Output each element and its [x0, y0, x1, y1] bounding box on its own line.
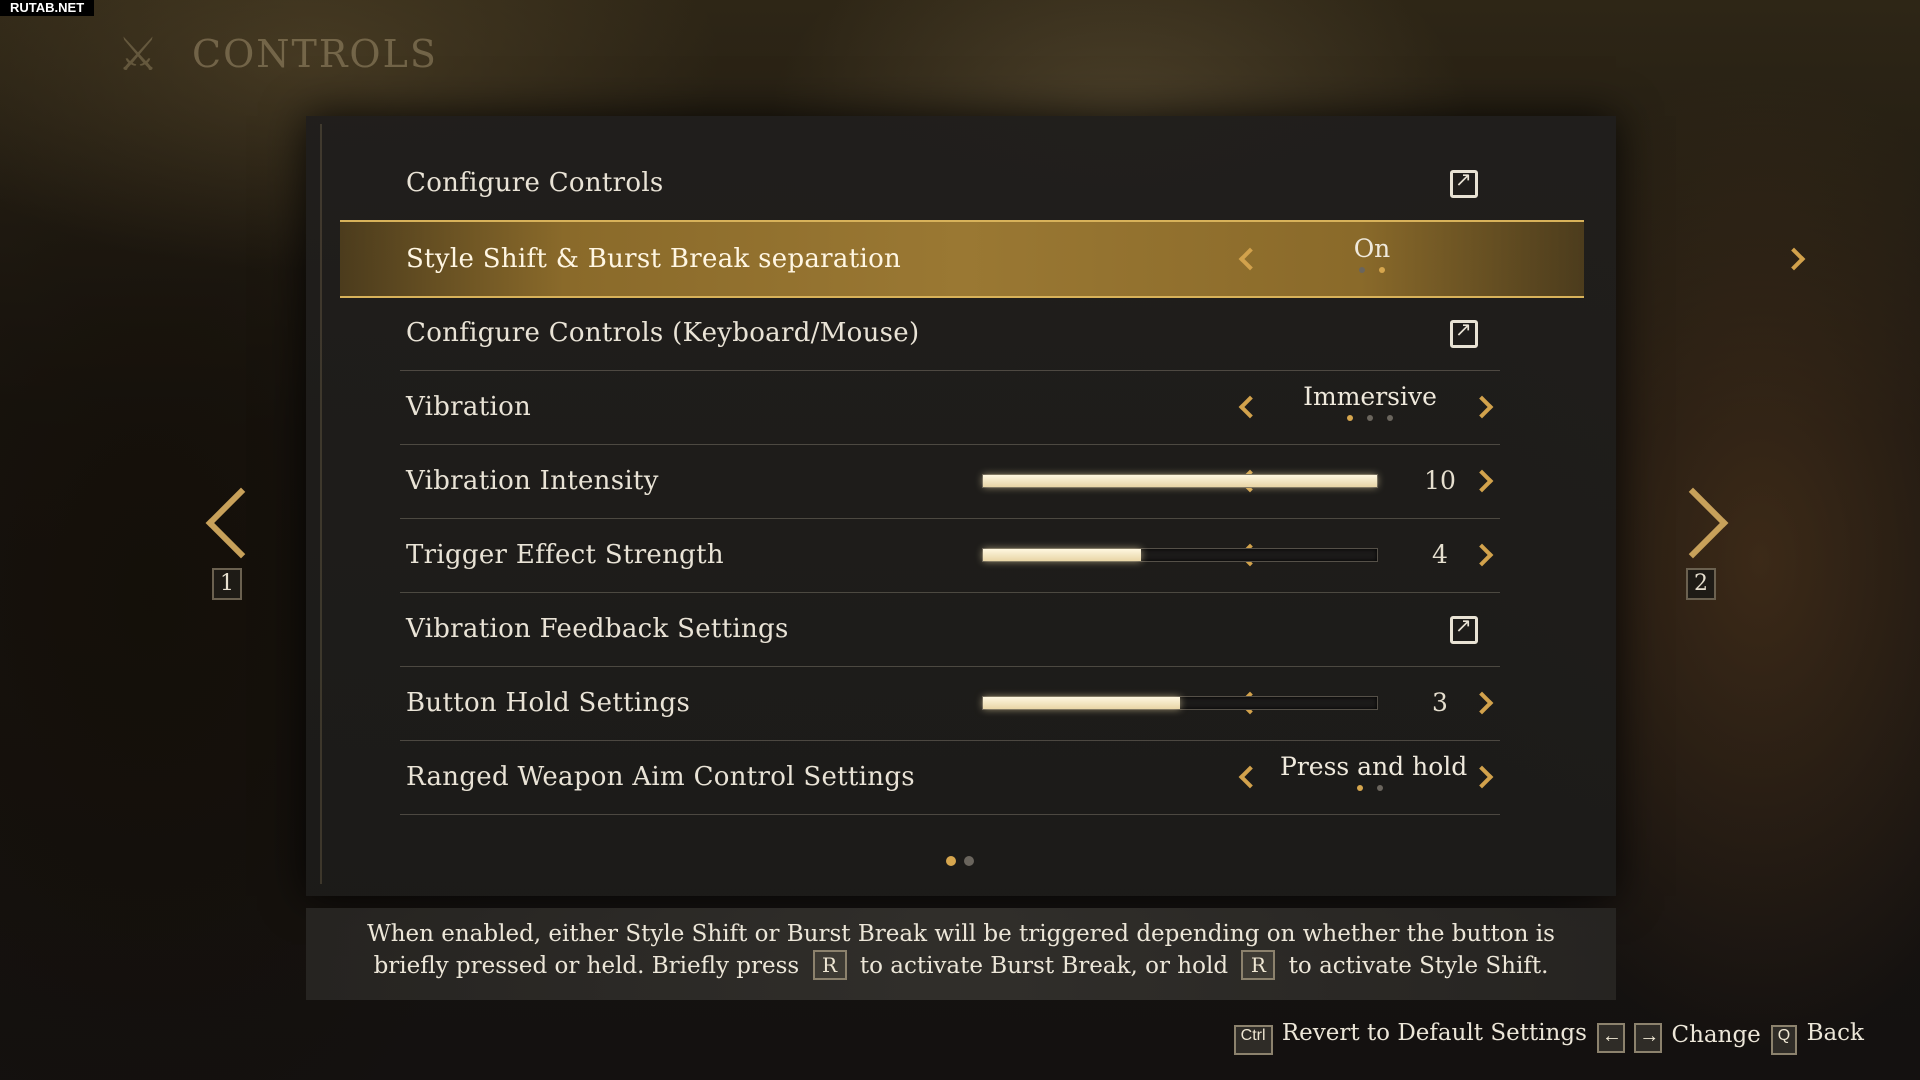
setting-label: Style Shift & Burst Break separation	[406, 244, 902, 274]
revert-label: Revert to Default Settings	[1281, 1020, 1587, 1046]
description-line-2: briefly pressed or held. Briefly press R…	[306, 950, 1616, 982]
description-line-1: When enabled, either Style Shift or Burs…	[367, 921, 1555, 947]
key-hint-r: R	[812, 950, 847, 980]
option-value-text: Press and hold	[1280, 752, 1468, 781]
chevron-left-icon[interactable]	[1236, 765, 1256, 789]
option-value: Press and hold	[1280, 752, 1468, 791]
option-dots	[1282, 267, 1462, 273]
settings-panel: Configure Controls Style Shift & Burst B…	[306, 116, 1616, 896]
option-value-text: Immersive	[1303, 382, 1437, 411]
option-value-text: On	[1353, 234, 1391, 263]
chevron-left-icon	[205, 487, 277, 559]
next-page-button[interactable]: 2	[1657, 487, 1732, 600]
option-dot	[1377, 785, 1383, 791]
setting-row-ranged-weapon-aim-control[interactable]: Ranged Weapon Aim Control Settings Press…	[400, 740, 1500, 815]
description-text: to activate Style Shift.	[1288, 953, 1549, 979]
setting-label: Trigger Effect Strength	[406, 540, 724, 570]
chevron-right-icon	[1657, 487, 1729, 559]
setting-row-trigger-effect-strength[interactable]: Trigger Effect Strength 4	[400, 518, 1500, 593]
slider-track[interactable]	[982, 474, 1378, 488]
setting-description: When enabled, either Style Shift or Burs…	[306, 908, 1616, 1000]
setting-label: Configure Controls	[406, 168, 664, 198]
option-dot-active	[1347, 415, 1353, 421]
chevron-right-icon[interactable]	[1476, 765, 1496, 789]
page-title: CONTROLS	[192, 32, 438, 76]
slider-value: 10	[1424, 466, 1456, 495]
chevron-right-icon[interactable]	[1476, 543, 1496, 567]
slider-fill	[983, 697, 1180, 709]
slider-fill	[983, 475, 1377, 487]
chevron-right-icon[interactable]	[1476, 691, 1496, 715]
setting-row-vibration-intensity[interactable]: Vibration Intensity 10	[400, 444, 1500, 519]
back-label: Back	[1806, 1020, 1864, 1046]
slider-value: 3	[1432, 688, 1448, 717]
external-link-icon[interactable]	[1450, 317, 1478, 348]
chevron-right-icon[interactable]	[1476, 469, 1496, 493]
setting-label: Button Hold Settings	[406, 688, 691, 718]
chevron-right-icon[interactable]	[1476, 395, 1496, 419]
setting-row-button-hold-settings[interactable]: Button Hold Settings 3	[400, 666, 1500, 741]
setting-row-configure-controls[interactable]: Configure Controls	[400, 146, 1500, 221]
description-text: briefly pressed or held. Briefly press	[373, 953, 800, 979]
setting-row-vibration[interactable]: Vibration Immersive	[400, 370, 1500, 445]
description-text: to activate Burst Break, or hold	[859, 953, 1229, 979]
option-value: On	[1282, 234, 1462, 273]
next-page-number: 2	[1686, 568, 1716, 600]
crossed-weapons-icon: ⚔	[117, 27, 159, 81]
slider-track[interactable]	[982, 696, 1378, 710]
arrow-left-key-icon: ←	[1596, 1023, 1625, 1053]
slider-fill	[983, 549, 1141, 561]
page-dot	[964, 856, 974, 866]
setting-label: Vibration Feedback Settings	[406, 614, 789, 644]
option-dots	[1280, 415, 1460, 421]
chevron-left-icon[interactable]	[1236, 247, 1256, 271]
chevron-left-icon[interactable]	[1236, 395, 1256, 419]
chevron-right-icon[interactable]	[1788, 247, 1808, 271]
option-dot-active	[1379, 267, 1385, 273]
option-dot	[1367, 415, 1373, 421]
panel-divider	[320, 124, 322, 884]
setting-label: Vibration Intensity	[406, 466, 659, 496]
change-label: Change	[1671, 1022, 1761, 1048]
slider-track[interactable]	[982, 548, 1378, 562]
watermark: RUTAB.NET	[0, 0, 95, 16]
option-value: Immersive	[1280, 382, 1460, 421]
setting-row-vibration-feedback-settings[interactable]: Vibration Feedback Settings	[400, 592, 1500, 667]
setting-label: Vibration	[406, 392, 532, 422]
setting-row-configure-controls-keyboard-mouse[interactable]: Configure Controls (Keyboard/Mouse)	[400, 296, 1500, 371]
setting-label: Configure Controls (Keyboard/Mouse)	[406, 318, 920, 348]
setting-label: Ranged Weapon Aim Control Settings	[406, 762, 915, 792]
slider-value: 4	[1432, 540, 1448, 569]
option-dot	[1387, 415, 1393, 421]
external-link-icon[interactable]	[1450, 613, 1478, 644]
prev-page-button[interactable]: 1	[200, 487, 277, 600]
change-hint[interactable]: ← → Change	[1596, 1022, 1761, 1053]
back-hint[interactable]: Q Back	[1770, 1020, 1864, 1055]
revert-hint[interactable]: Ctrl Revert to Default Settings	[1233, 1020, 1587, 1055]
page-dot-active	[946, 856, 956, 866]
q-key-icon: Q	[1770, 1025, 1798, 1055]
page-header: ⚔ CONTROLS	[100, 22, 438, 86]
option-dot	[1359, 267, 1365, 273]
external-link-icon[interactable]	[1450, 167, 1478, 198]
prev-page-number: 1	[212, 568, 242, 600]
ctrl-key-icon: Ctrl	[1233, 1025, 1273, 1055]
setting-row-style-shift-burst-break[interactable]: Style Shift & Burst Break separation On	[340, 220, 1584, 298]
key-hint-r: R	[1241, 950, 1276, 980]
page-indicator	[946, 856, 974, 866]
option-dot-active	[1357, 785, 1363, 791]
option-dots	[1280, 785, 1460, 791]
footer-hints: Ctrl Revert to Default Settings ← → Chan…	[1233, 1020, 1864, 1055]
arrow-right-key-icon: →	[1634, 1023, 1663, 1053]
